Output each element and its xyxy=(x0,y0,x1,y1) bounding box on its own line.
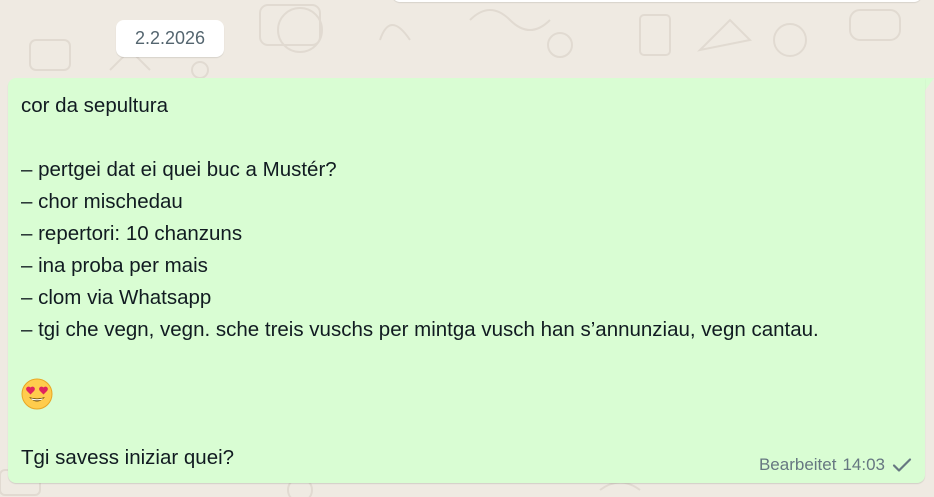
emoji-line xyxy=(21,378,916,410)
message-line: – repertori: 10 chanzuns xyxy=(21,222,243,245)
message-line: cor da sepultura xyxy=(21,94,169,117)
message-meta: Bearbeitet 14:03 xyxy=(759,455,913,475)
message-line: – ina proba per mais xyxy=(21,254,208,277)
heart-eyes-emoji-icon xyxy=(21,378,53,410)
single-check-icon xyxy=(892,458,912,472)
message-line: – tgi che vegn, vegn. sche treis vuschs … xyxy=(21,318,819,341)
message-time: 14:03 xyxy=(842,455,885,474)
message-line: – pertgei dat ei quei buc a Mustér? xyxy=(21,158,337,181)
message-line-blank xyxy=(21,122,916,154)
message-text: cor da sepultura – pertgei dat ei quei bu… xyxy=(21,90,916,474)
previous-message-bubble-edge xyxy=(392,0,922,2)
message-line: – chor mischedau xyxy=(21,190,183,213)
date-separator: 2.2.2026 xyxy=(116,20,225,57)
message-line: – clom via Whatsapp xyxy=(21,286,212,309)
message-line-blank xyxy=(21,410,916,442)
bubble-tail xyxy=(924,78,934,92)
edited-label: Bearbeitet xyxy=(758,455,837,474)
message-line-blank xyxy=(21,346,916,378)
outgoing-message-bubble[interactable]: cor da sepultura – pertgei dat ei quei bu… xyxy=(8,78,925,483)
